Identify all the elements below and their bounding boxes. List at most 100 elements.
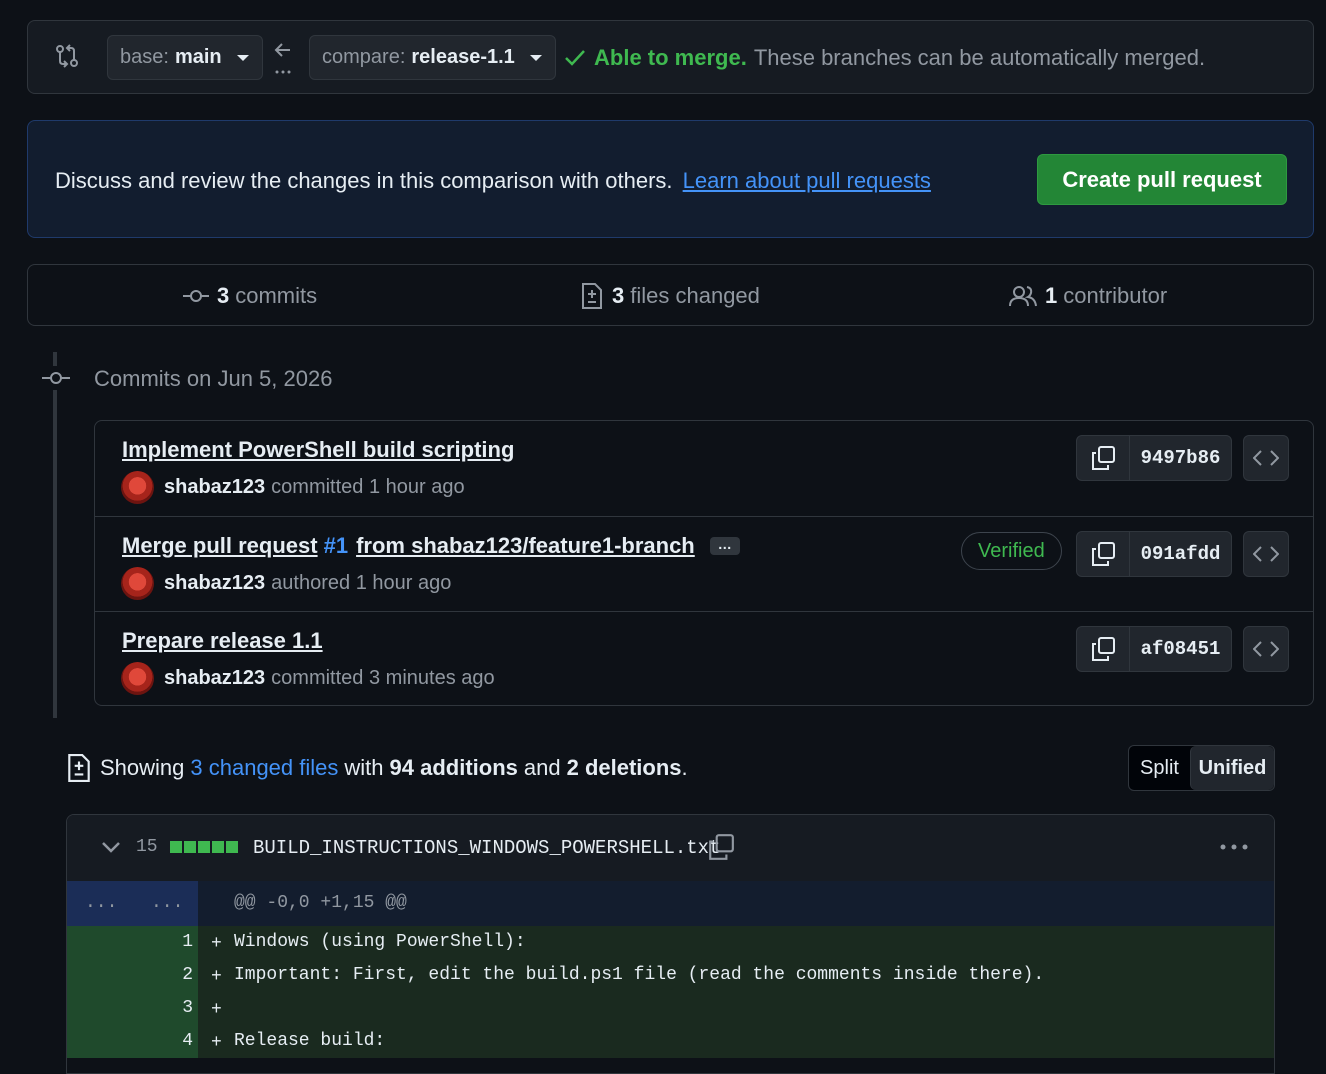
commit-title-link-rest[interactable]: from shabaz123/feature1-branch	[356, 533, 695, 559]
hunk-header: ... ... @@ -0,0 +1,15 @@	[67, 881, 1274, 926]
commit-row: Prepare release 1.1 shabaz123 committed …	[95, 611, 1313, 707]
commit-icon	[183, 290, 209, 302]
copy-icon	[1092, 446, 1115, 470]
avatar[interactable]	[121, 662, 154, 695]
split-view-button[interactable]: Split	[1129, 746, 1190, 790]
commit-title-link[interactable]: Merge pull request	[122, 533, 318, 559]
commit-title-link[interactable]: Prepare release 1.1	[122, 628, 323, 654]
code-icon	[1253, 641, 1279, 657]
banner-text: Discuss and review the changes in this c…	[55, 168, 673, 193]
base-branch-name: main	[174, 46, 222, 68]
chevron-down-icon	[529, 54, 542, 61]
diff-sign: +	[211, 1033, 222, 1053]
line-number[interactable]: 4	[153, 1031, 193, 1051]
commits-count: 3	[217, 283, 230, 308]
expand-message-button[interactable]: …	[709, 537, 740, 555]
contributors-tab[interactable]: 1 contributor	[1009, 283, 1167, 309]
browse-repo-button[interactable]	[1243, 531, 1289, 577]
verified-badge[interactable]: Verified	[961, 532, 1062, 570]
copy-icon	[1092, 637, 1115, 661]
chevron-down-icon[interactable]	[101, 840, 121, 854]
diff-line: 4 + Release build:	[67, 1025, 1274, 1058]
compare-icon	[56, 44, 78, 68]
merge-status-description: These branches can be automatically merg…	[753, 45, 1206, 70]
arrow-left-icon	[272, 41, 294, 77]
avatar[interactable]	[121, 567, 154, 600]
commit-sha-group: af08451	[1076, 626, 1232, 672]
commit-author[interactable]: shabaz123	[164, 476, 265, 499]
commit-action: authored	[271, 572, 351, 594]
diff-sign: +	[211, 934, 222, 954]
commit-title-link[interactable]: Implement PowerShell build scripting	[122, 437, 514, 463]
commit-sha-group: 091afdd	[1076, 531, 1232, 577]
code-icon	[1253, 546, 1279, 562]
commit-meta: shabaz123 committed 3 minutes ago	[121, 662, 495, 695]
diff-stats: Showing 3 changed files with 94 addition…	[66, 754, 688, 782]
hunk-right-marker: ...	[151, 893, 184, 913]
period: .	[681, 755, 688, 780]
code-icon	[1253, 450, 1279, 466]
line-number[interactable]: 2	[153, 965, 193, 985]
compare-summary: 3 commits 3 files changed 1 contributor	[27, 264, 1314, 326]
compare-label: compare:	[322, 46, 406, 68]
hunk-left-marker: ...	[85, 893, 118, 913]
deletions-count: 2 deletions	[566, 755, 682, 780]
files-changed-tab[interactable]: 3 files changed	[580, 283, 760, 309]
commits-tab[interactable]: 3 commits	[183, 283, 317, 309]
base-label: base:	[120, 46, 169, 68]
commit-sha-link[interactable]: af08451	[1130, 627, 1231, 671]
create-pull-request-button[interactable]: Create pull request	[1037, 154, 1287, 205]
hunk-expander[interactable]: ... ...	[67, 881, 198, 926]
create-pr-banner: Discuss and review the changes in this c…	[27, 120, 1314, 238]
diff-view-toggle: Split Unified	[1128, 745, 1275, 791]
browse-repo-button[interactable]	[1243, 435, 1289, 481]
showing-label: Showing	[100, 755, 185, 780]
commit-author[interactable]: shabaz123	[164, 667, 265, 690]
files-label: files changed	[630, 283, 760, 308]
banner-message: Discuss and review the changes in this c…	[55, 168, 931, 194]
copy-sha-button[interactable]	[1077, 532, 1130, 576]
with-label: with	[344, 755, 384, 780]
commit-icon	[42, 366, 70, 390]
copy-icon[interactable]	[707, 833, 735, 861]
avatar[interactable]	[121, 471, 154, 504]
copy-sha-button[interactable]	[1077, 436, 1130, 480]
diff-sign: +	[211, 967, 222, 987]
additions-count: 94 additions	[389, 755, 518, 780]
learn-pull-requests-link[interactable]: Learn about pull requests	[683, 168, 931, 193]
check-icon	[565, 50, 585, 66]
kebab-menu-icon[interactable]	[1219, 843, 1249, 851]
commit-row: Implement PowerShell build scripting sha…	[95, 421, 1313, 516]
timeline-date-heading: Commits on Jun 5, 2026	[94, 366, 333, 391]
compare-branch-select[interactable]: compare: release-1.1	[309, 35, 556, 80]
commit-action: committed	[271, 667, 364, 689]
commit-author[interactable]: shabaz123	[164, 572, 265, 595]
commit-sha-link[interactable]: 091afdd	[1130, 532, 1231, 576]
commits-label: commits	[235, 283, 318, 308]
commit-time: 1 hour ago	[355, 572, 452, 594]
copy-sha-button[interactable]	[1077, 627, 1130, 671]
change-count: 15	[136, 837, 158, 857]
pr-number-link[interactable]: #1	[324, 533, 348, 559]
commit-title: Merge pull request #1 from shabaz123/fea…	[122, 533, 740, 559]
copy-icon	[1092, 542, 1115, 566]
file-header: 15 BUILD_INSTRUCTIONS_WINDOWS_POWERSHELL…	[67, 815, 1274, 882]
and-label: and	[523, 755, 561, 780]
range-editor: base: main compare: release-1.1 Able to …	[27, 20, 1314, 94]
contributors-label: contributor	[1063, 283, 1168, 308]
browse-repo-button[interactable]	[1243, 626, 1289, 672]
commit-sha-link[interactable]: 9497b86	[1130, 436, 1231, 480]
commit-title: Implement PowerShell build scripting	[122, 437, 514, 463]
commit-meta: shabaz123 authored 1 hour ago	[121, 567, 451, 600]
changed-files-link[interactable]: 3 changed files	[190, 755, 338, 781]
base-branch-select[interactable]: base: main	[107, 35, 263, 80]
hunk-range: @@ -0,0 +1,15 @@	[234, 893, 407, 913]
line-number[interactable]: 1	[153, 932, 193, 952]
file-diff: 15 BUILD_INSTRUCTIONS_WINDOWS_POWERSHELL…	[66, 814, 1275, 1074]
line-code: Important: First, edit the build.ps1 fil…	[234, 965, 1045, 985]
line-number[interactable]: 3	[153, 998, 193, 1018]
unified-view-button[interactable]: Unified	[1190, 746, 1274, 790]
diff-line: 2 + Important: First, edit the build.ps1…	[67, 959, 1274, 992]
file-name-link[interactable]: BUILD_INSTRUCTIONS_WINDOWS_POWERSHELL.tx…	[253, 837, 720, 859]
chevron-down-icon	[236, 54, 249, 61]
